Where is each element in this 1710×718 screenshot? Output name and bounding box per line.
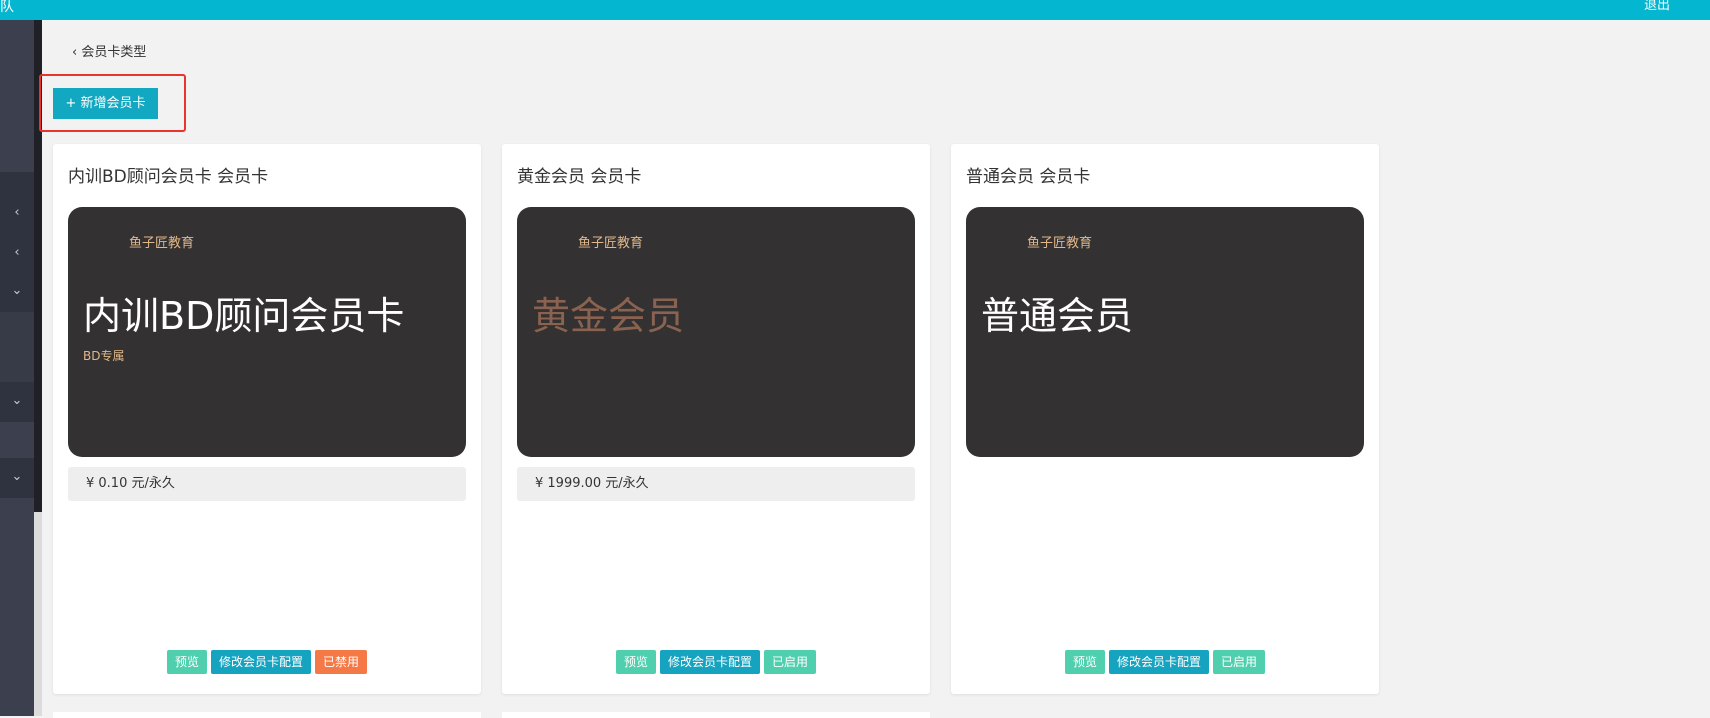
chevron-left-icon[interactable]: ‹ [0, 206, 34, 219]
card-price: ¥ 1999.00 元/永久 [517, 467, 915, 501]
edit-config-button[interactable]: 修改会员卡配置 [659, 650, 760, 674]
card-actions: 预览 修改会员卡配置 已启用 [502, 650, 930, 674]
edit-config-button[interactable]: 修改会员卡配置 [210, 650, 311, 674]
card-title: 普通会员 会员卡 [966, 167, 1091, 187]
status-toggle-button[interactable]: 已禁用 [315, 650, 368, 674]
chevron-down-icon[interactable]: ⌄ [0, 284, 34, 297]
card-name: 黄金会员 [532, 294, 685, 338]
edit-config-button[interactable]: 修改会员卡配置 [1108, 650, 1209, 674]
header-brand: 队 [0, 0, 14, 15]
preview-button[interactable]: 预览 [615, 650, 656, 674]
card-price: ¥ 0.10 元/永久 [68, 467, 466, 501]
card-item: 黄金会员 会员卡 鱼子匠教育 黄金会员 ¥ 1999.00 元/永久 预览 修改… [502, 144, 930, 694]
back-link[interactable]: ‹ 会员卡类型 [72, 41, 146, 60]
member-card-preview: 鱼子匠教育 内训BD顾问会员卡 BD专属 [68, 207, 466, 457]
card-actions: 预览 修改会员卡配置 已启用 [951, 650, 1379, 674]
card-title: 内训BD顾问会员卡 会员卡 [68, 167, 269, 187]
card-item: 普通会员 会员卡 鱼子匠教育 普通会员 预览 修改会员卡配置 已启用 [951, 144, 1379, 694]
sidebar: ‹ ‹ ⌄ ⌄ ⌄ [0, 20, 34, 716]
preview-button[interactable]: 预览 [166, 650, 207, 674]
card-item: 内训BD顾问会员卡 会员卡 鱼子匠教育 内训BD顾问会员卡 BD专属 ¥ 0.1… [53, 144, 481, 694]
card-title: 黄金会员 会员卡 [517, 167, 642, 187]
status-toggle-button[interactable]: 已启用 [764, 650, 817, 674]
status-toggle-button[interactable]: 已启用 [1213, 650, 1266, 674]
chevron-down-icon[interactable]: ⌄ [0, 394, 34, 407]
member-card-preview: 鱼子匠教育 普通会员 [966, 207, 1364, 457]
top-header: 队 退出 [0, 0, 1710, 20]
card-actions: 预览 修改会员卡配置 已禁用 [53, 650, 481, 674]
sidebar-group [0, 312, 34, 382]
card-org: 鱼子匠教育 [1027, 236, 1093, 251]
card-name: 内训BD顾问会员卡 [83, 294, 405, 338]
card-item [502, 712, 930, 718]
member-card-preview: 鱼子匠教育 黄金会员 [517, 207, 915, 457]
add-member-card-button[interactable]: + 新增会员卡 [53, 88, 158, 119]
card-subtitle: BD专属 [83, 349, 125, 363]
chevron-left-icon[interactable]: ‹ [0, 246, 34, 259]
card-org: 鱼子匠教育 [578, 236, 644, 251]
logout-link[interactable]: 退出 [1644, 0, 1670, 13]
card-org: 鱼子匠教育 [129, 236, 195, 251]
preview-button[interactable]: 预览 [1064, 650, 1105, 674]
card-item [53, 712, 481, 718]
card-name: 普通会员 [981, 294, 1134, 338]
sidebar-scrollbar-track [34, 512, 42, 716]
chevron-down-icon[interactable]: ⌄ [0, 470, 34, 483]
